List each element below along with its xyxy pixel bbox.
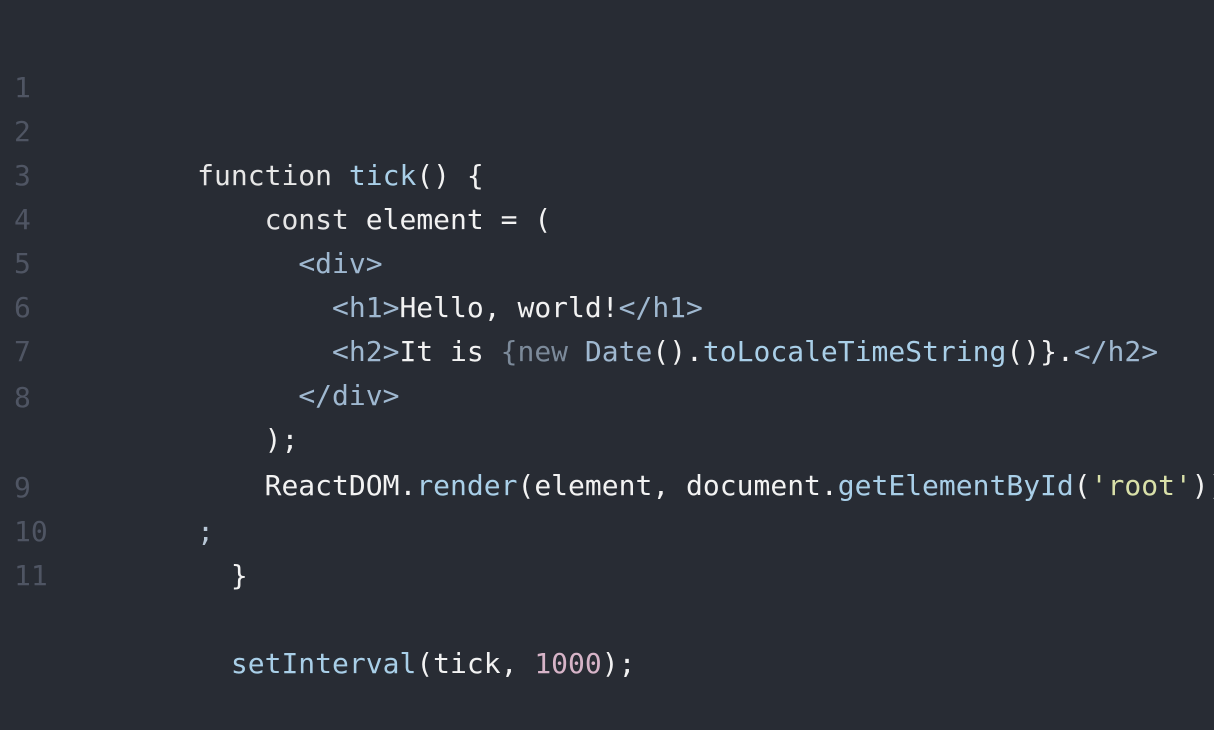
code-line-6: 6 </div> xyxy=(0,242,399,412)
code-line-5: 5 <h2>It is {new Date().toLocaleTimeStri… xyxy=(0,198,1158,368)
code-line-11: 11 setInterval(tick, 1000); xyxy=(0,510,635,680)
code-line-1: 1 function tick() { xyxy=(0,22,484,192)
code-line-2: 2 const element = ( xyxy=(0,66,551,236)
jsx-tag: </div> xyxy=(298,379,400,412)
method-name: render xyxy=(416,469,518,502)
code-line-7: 7 ); xyxy=(0,286,298,456)
method-name: getElementById xyxy=(837,469,1074,502)
code-line-3: 3 <div> xyxy=(0,110,383,280)
code-editor[interactable]: 1 function tick() { 2 const element = ( … xyxy=(0,0,1214,680)
number-literal: 1000 xyxy=(534,647,602,680)
code-line-4: 4 <h1>Hello, world!</h1> xyxy=(0,154,703,324)
function-call: setInterval xyxy=(230,647,417,680)
code-line-8-wrap: ; xyxy=(0,378,214,548)
code-line-9: 9 } xyxy=(0,422,248,592)
string-literal: 'root' xyxy=(1090,469,1192,502)
jsx-tag: </h2> xyxy=(1073,335,1159,368)
code-line-8: 8 ReactDOM.render(element, document.getE… xyxy=(0,332,1214,502)
line-number: 11 xyxy=(14,559,48,592)
method-name: toLocaleTimeString xyxy=(702,335,1007,368)
code-line-10: 10 xyxy=(0,466,67,548)
code-content: setInterval(tick, 1000); xyxy=(230,647,636,680)
code-content: ReactDOM.render(element, document.getEle… xyxy=(264,469,1214,502)
